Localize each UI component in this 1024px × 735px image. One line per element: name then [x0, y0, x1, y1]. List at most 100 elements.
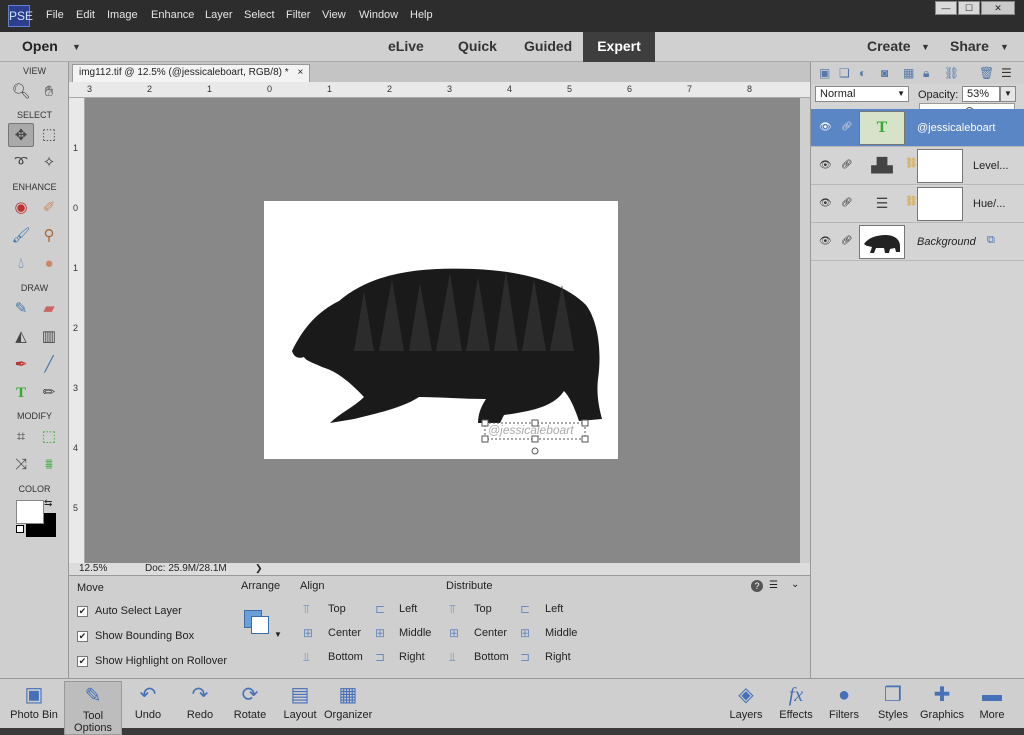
distribute-top-icon[interactable]: ⫪ [449, 603, 463, 615]
distribute-center-icon[interactable]: ⊞ [449, 627, 463, 639]
visibility-eye-icon[interactable]: 👁︎ [819, 236, 832, 247]
menu-edit[interactable]: Edit [76, 9, 95, 21]
swap-colors-icon[interactable]: ⇆ [44, 498, 52, 509]
styles-button[interactable]: ❒ Styles [873, 681, 913, 721]
distribute-middle-label[interactable]: Middle [545, 627, 577, 639]
layout-button[interactable]: ▤ Layout [280, 681, 320, 721]
menu-window[interactable]: Window [359, 9, 398, 21]
show-bounding-box-checkbox[interactable]: ✔ [77, 631, 88, 642]
link-icon[interactable]: 🔗︎ [841, 235, 852, 246]
blend-mode-select[interactable]: Normal ▼ [815, 86, 909, 102]
vertical-scrollbar[interactable] [800, 98, 810, 563]
menu-select[interactable]: Select [244, 9, 275, 21]
menu-file[interactable]: File [46, 9, 64, 21]
distribute-left-icon[interactable]: ⊏ [520, 603, 534, 615]
magic-wand-tool-icon[interactable]: ✧ [36, 151, 62, 175]
menu-filter[interactable]: Filter [286, 9, 310, 21]
clone-stamp-tool-icon[interactable]: ⚲ [36, 224, 62, 248]
menu-image[interactable]: Image [107, 9, 138, 21]
zoom-level[interactable]: 12.5% [79, 563, 107, 574]
show-highlight-checkbox[interactable]: ✔ [77, 656, 88, 667]
adjustment-layer-icon[interactable]: ◐ [859, 66, 866, 80]
arrange-icon[interactable] [251, 616, 269, 634]
align-middle-label[interactable]: Middle [399, 627, 431, 639]
link-icon[interactable]: 🔗︎ [841, 159, 852, 170]
distribute-top-label[interactable]: Top [474, 603, 492, 615]
tab-elive[interactable]: eLive [388, 38, 424, 54]
align-bottom-icon[interactable]: ⫫ [303, 651, 317, 663]
layer-mask-thumbnail[interactable] [917, 187, 963, 221]
layer-mask-icon[interactable]: ◙ [881, 66, 888, 80]
visibility-eye-icon[interactable]: 👁︎ [819, 198, 832, 209]
close-document-icon[interactable]: × [297, 67, 303, 78]
menu-enhance[interactable]: Enhance [151, 9, 194, 21]
zoom-tool-icon[interactable]: 🔍︎ [8, 80, 34, 104]
status-arrow-icon[interactable]: ❯ [255, 563, 263, 574]
sponge-tool-icon[interactable]: ● [36, 252, 62, 276]
red-eye-tool-icon[interactable]: ◉ [8, 196, 34, 220]
layer-row-background[interactable]: 👁︎ 🔗︎ Background ⧉ [811, 223, 1024, 261]
undo-button[interactable]: ↶ Undo [128, 681, 168, 721]
background-lock-icon[interactable]: ⧉ [987, 234, 995, 247]
open-dropdown-icon[interactable]: ▼ [72, 42, 81, 52]
document-tab[interactable]: img112.tif @ 12.5% (@jessicaleboart, RGB… [72, 64, 311, 82]
straighten-tool-icon[interactable]: ⩩ [36, 453, 62, 477]
graphics-button[interactable]: ✚ Graphics [920, 681, 964, 721]
distribute-bottom-label[interactable]: Bottom [474, 651, 509, 663]
content-aware-move-icon[interactable]: ⤨ [8, 453, 34, 477]
hand-tool-icon[interactable]: ✋︎ [36, 80, 62, 104]
menu-view[interactable]: View [322, 9, 346, 21]
default-colors-icon[interactable] [16, 525, 24, 533]
pencil-tool-icon[interactable]: ✏︎ [36, 381, 62, 405]
collapse-options-icon[interactable]: ⌄ [791, 579, 799, 590]
lock-transparent-icon[interactable]: ▦ [903, 66, 914, 80]
distribute-left-label[interactable]: Left [545, 603, 563, 615]
redo-button[interactable]: ↷ Redo [180, 681, 220, 721]
mask-link-icon[interactable]: ⛓︎ [905, 196, 918, 207]
new-layer-icon[interactable]: ▣ [819, 66, 830, 80]
filters-button[interactable]: ● Filters [824, 681, 864, 721]
layer-name[interactable]: Level... [973, 160, 1008, 172]
opacity-dropdown-icon[interactable]: ▼ [1000, 86, 1016, 102]
recompose-tool-icon[interactable]: ⬚ [36, 425, 62, 449]
gradient-tool-icon[interactable]: ▥ [36, 325, 62, 349]
smart-brush-tool-icon[interactable]: 🖌︎ [8, 224, 34, 248]
photo-bin-button[interactable]: ▣ Photo Bin [6, 681, 62, 721]
layer-row-hue[interactable]: 👁︎ 🔗︎ ☰ ⛓︎ Hue/... [811, 185, 1024, 223]
visibility-eye-icon[interactable]: 👁︎ [819, 122, 832, 133]
auto-select-layer-checkbox[interactable]: ✔ [77, 606, 88, 617]
align-center-label[interactable]: Center [328, 627, 361, 639]
maximize-button[interactable]: ☐ [958, 1, 980, 15]
new-group-icon[interactable]: ❏ [839, 66, 850, 80]
align-left-label[interactable]: Left [399, 603, 417, 615]
align-top-label[interactable]: Top [328, 603, 346, 615]
move-tool-icon[interactable]: ✥ [8, 123, 34, 147]
foreground-color-swatch[interactable] [16, 500, 44, 524]
effects-button[interactable]: fx Effects [776, 681, 816, 721]
tab-guided[interactable]: Guided [524, 38, 572, 54]
visibility-eye-icon[interactable]: 👁︎ [819, 160, 832, 171]
align-top-icon[interactable]: ⫪ [303, 603, 317, 615]
paint-bucket-tool-icon[interactable]: ◭ [8, 325, 34, 349]
share-button[interactable]: Share [950, 38, 989, 54]
tab-expert[interactable]: Expert [583, 32, 655, 62]
menu-layer[interactable]: Layer [205, 9, 233, 21]
arrange-dropdown-icon[interactable]: ▼ [274, 630, 282, 639]
delete-layer-icon[interactable]: 🗑︎ [979, 66, 994, 80]
options-menu-icon[interactable]: ☰ [769, 580, 778, 591]
align-left-icon[interactable]: ⊏ [375, 603, 389, 615]
menu-help[interactable]: Help [410, 9, 433, 21]
organizer-button[interactable]: ▦ Organizer [324, 681, 372, 721]
align-right-label[interactable]: Right [399, 651, 425, 663]
lasso-tool-icon[interactable]: ➰︎ [8, 151, 34, 175]
rotate-button[interactable]: ⟳ Rotate [230, 681, 270, 721]
distribute-middle-icon[interactable]: ⊞ [520, 627, 534, 639]
link-icon[interactable]: 🔗︎ [841, 197, 852, 208]
link-layers-icon[interactable]: ⛓︎ [944, 66, 959, 80]
align-center-icon[interactable]: ⊞ [303, 627, 317, 639]
type-tool-icon[interactable]: T [8, 381, 34, 405]
distribute-center-label[interactable]: Center [474, 627, 507, 639]
tab-quick[interactable]: Quick [458, 38, 497, 54]
link-icon[interactable]: 🔗︎ [841, 121, 852, 132]
distribute-right-label[interactable]: Right [545, 651, 571, 663]
